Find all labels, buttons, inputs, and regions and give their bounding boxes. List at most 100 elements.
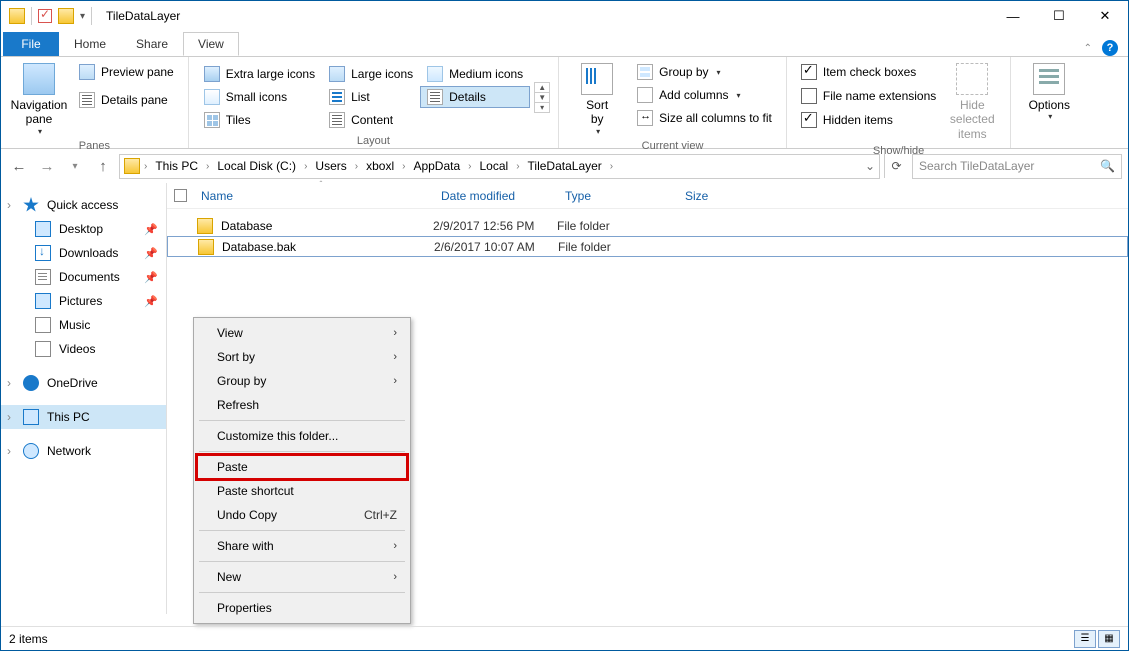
recent-locations-button[interactable]: ▾	[63, 154, 87, 178]
hide-selected-items-button[interactable]: Hide selected items	[942, 61, 1002, 143]
app-icon[interactable]	[9, 8, 25, 24]
breadcrumb-item[interactable]: This PC	[151, 155, 202, 178]
layout-medium-icons[interactable]: Medium icons	[420, 63, 530, 85]
nav-this-pc[interactable]: This PC	[1, 405, 166, 429]
nav-onedrive[interactable]: OneDrive	[1, 371, 166, 395]
ctx-sort-by[interactable]: Sort by›	[197, 345, 407, 369]
layout-details[interactable]: Details	[420, 86, 530, 108]
folder-icon	[197, 218, 213, 234]
maximize-button[interactable]: ☐	[1036, 1, 1082, 31]
thumbnails-view-button[interactable]: ▦	[1098, 630, 1120, 648]
window-title: TileDataLayer	[106, 9, 180, 23]
layout-extra-large-icons[interactable]: Extra large icons	[197, 63, 322, 85]
file-row[interactable]: Database.bak 2/6/2017 10:07 AM File fold…	[167, 236, 1128, 257]
details-pane-button[interactable]: Details pane	[73, 89, 180, 111]
group-label-layout: Layout	[197, 135, 550, 147]
close-button[interactable]: ✕	[1082, 1, 1128, 31]
navigation-pane-label: Navigation pane	[11, 98, 68, 127]
tab-share[interactable]: Share	[121, 32, 183, 56]
size-columns-fit-button[interactable]: Size all columns to fit	[631, 107, 778, 129]
column-date[interactable]: Date modified	[433, 183, 557, 208]
ctx-group-by[interactable]: Group by›	[197, 369, 407, 393]
column-headers: ˆName Date modified Type Size	[167, 183, 1128, 209]
ctx-refresh[interactable]: Refresh	[197, 393, 407, 417]
forward-button[interactable]: →	[35, 154, 59, 178]
minimize-button[interactable]: —	[990, 1, 1036, 31]
layout-large-icons[interactable]: Large icons	[322, 63, 420, 85]
breadcrumb-item[interactable]: AppData	[409, 155, 464, 178]
ctx-new[interactable]: New›	[197, 565, 407, 589]
up-button[interactable]: ↑	[91, 154, 115, 178]
address-bar: ← → ▾ ↑ › This PC› Local Disk (C:)› User…	[1, 149, 1128, 183]
nav-desktop[interactable]: Desktop📌	[1, 217, 166, 241]
breadcrumb-item[interactable]: Users	[311, 155, 350, 178]
ctx-view[interactable]: View›	[197, 321, 407, 345]
breadcrumb[interactable]: › This PC› Local Disk (C:)› Users› xboxl…	[119, 154, 880, 179]
select-all-checkbox[interactable]	[174, 189, 187, 202]
ctx-undo-copy[interactable]: Undo CopyCtrl+Z	[197, 503, 407, 527]
nav-pictures[interactable]: Pictures📌	[1, 289, 166, 313]
navigation-pane: Quick access Desktop📌 Downloads📌 Documen…	[1, 183, 167, 614]
qat-dropdown[interactable]: ▾	[80, 11, 85, 22]
breadcrumb-item[interactable]: Local	[476, 155, 513, 178]
details-view-button[interactable]: ☰	[1074, 630, 1096, 648]
ctx-paste-shortcut[interactable]: Paste shortcut	[197, 479, 407, 503]
column-type[interactable]: Type	[557, 183, 677, 208]
ctx-customize[interactable]: Customize this folder...	[197, 424, 407, 448]
ribbon: Navigation pane ▾ Preview pane Details p…	[1, 56, 1128, 149]
title-bar: ✓ ▾ TileDataLayer — ☐ ✕	[1, 1, 1128, 31]
nav-music[interactable]: Music	[1, 313, 166, 337]
tab-home[interactable]: Home	[59, 32, 121, 56]
context-menu: View› Sort by› Group by› Refresh Customi…	[193, 317, 411, 624]
pin-icon: 📌	[144, 295, 158, 308]
file-row[interactable]: Database 2/9/2017 12:56 PM File folder	[167, 215, 1128, 236]
status-bar: 2 items ☰ ▦	[1, 626, 1128, 650]
options-button[interactable]: Options ▾	[1019, 61, 1079, 124]
pin-icon: 📌	[144, 271, 158, 284]
pin-icon: 📌	[144, 223, 158, 236]
search-input[interactable]: Search TileDataLayer 🔍	[912, 154, 1122, 179]
nav-documents[interactable]: Documents📌	[1, 265, 166, 289]
group-label-panes: Panes	[9, 140, 180, 152]
group-label-current-view: Current view	[567, 140, 778, 152]
ctx-properties[interactable]: Properties	[197, 596, 407, 620]
minimize-ribbon-button[interactable]: ⌃	[1084, 43, 1092, 54]
item-check-boxes-toggle[interactable]: Item check boxes	[795, 61, 942, 83]
breadcrumb-item[interactable]: TileDataLayer	[524, 155, 606, 178]
add-columns-button[interactable]: Add columns▾	[631, 84, 778, 106]
layout-tiles[interactable]: Tiles	[197, 109, 322, 131]
hidden-items-toggle[interactable]: Hidden items	[795, 109, 942, 131]
refresh-button[interactable]: ⟳	[884, 154, 908, 178]
layout-content[interactable]: Content	[322, 109, 420, 131]
group-by-button[interactable]: Group by▾	[631, 61, 778, 83]
nav-videos[interactable]: Videos	[1, 337, 166, 361]
help-button[interactable]: ?	[1102, 40, 1118, 56]
breadcrumb-item[interactable]: Local Disk (C:)	[213, 155, 300, 178]
back-button[interactable]: ←	[7, 154, 31, 178]
nav-network[interactable]: Network	[1, 439, 166, 463]
nav-downloads[interactable]: Downloads📌	[1, 241, 166, 265]
qat-open-icon[interactable]	[58, 8, 74, 24]
preview-pane-button[interactable]: Preview pane	[73, 61, 180, 83]
qat-checkbox[interactable]: ✓	[38, 9, 52, 23]
nav-quick-access[interactable]: Quick access	[1, 193, 166, 217]
ribbon-tabs: File Home Share View ⌃ ?	[1, 31, 1128, 56]
search-icon: 🔍	[1100, 159, 1115, 173]
layout-small-icons[interactable]: Small icons	[197, 86, 322, 108]
file-tab[interactable]: File	[3, 32, 59, 56]
ctx-paste[interactable]: Paste	[197, 455, 407, 479]
sort-by-button[interactable]: Sort by ▾	[567, 61, 627, 138]
column-name[interactable]: ˆName	[193, 183, 433, 208]
item-count: 2 items	[9, 632, 48, 646]
tab-view[interactable]: View	[183, 32, 239, 56]
folder-icon	[198, 239, 214, 255]
breadcrumb-item[interactable]: xboxl	[362, 155, 398, 178]
layout-scroll[interactable]: ▲▼▾	[534, 82, 550, 113]
file-name-extensions-toggle[interactable]: File name extensions	[795, 85, 942, 107]
address-dropdown[interactable]: ⌄	[865, 159, 875, 173]
folder-icon	[124, 158, 140, 174]
navigation-pane-button[interactable]: Navigation pane ▾	[9, 61, 69, 138]
column-size[interactable]: Size	[677, 183, 757, 208]
ctx-share-with[interactable]: Share with›	[197, 534, 407, 558]
layout-list[interactable]: List	[322, 86, 420, 108]
